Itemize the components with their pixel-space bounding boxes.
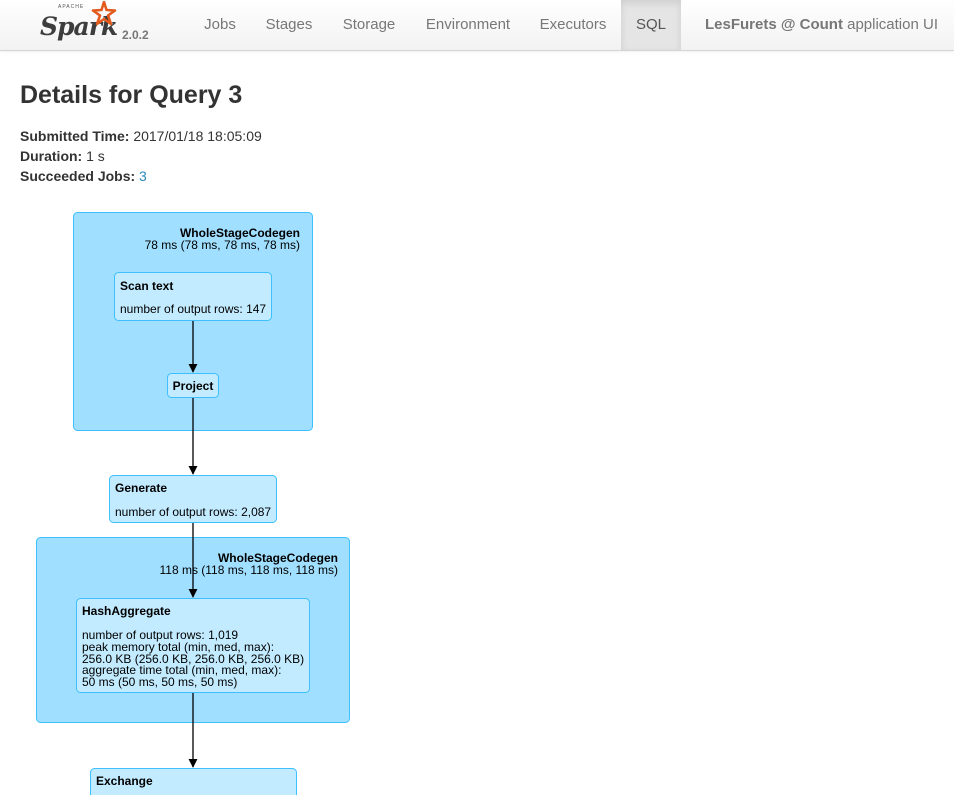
generate-metric: number of output rows: 2,087 bbox=[115, 505, 271, 519]
submitted-time-value: 2017/01/18 18:05:09 bbox=[133, 128, 261, 144]
app-name: LesFurets @ Count bbox=[705, 16, 843, 33]
generate-node[interactable]: Generate number of output rows: 2,087 bbox=[110, 476, 277, 523]
project-title: Project bbox=[173, 379, 214, 393]
scan-text-metric: number of output rows: 147 bbox=[120, 302, 266, 316]
submitted-time-label: Submitted Time: bbox=[20, 128, 129, 144]
tab-executors[interactable]: Executors bbox=[525, 0, 621, 50]
succeeded-jobs-label: Succeeded Jobs: bbox=[20, 168, 135, 184]
duration-value: 1 s bbox=[86, 148, 105, 164]
tab-environment[interactable]: Environment bbox=[411, 0, 525, 50]
exchange-title: Exchange bbox=[96, 774, 153, 788]
succeeded-job-link[interactable]: 3 bbox=[139, 168, 147, 184]
spark-star-icon bbox=[91, 1, 117, 27]
top-navbar: APACHE Spark 2.0.2 Jobs Stages Storage E… bbox=[0, 0, 954, 51]
page-title: Details for Query 3 bbox=[20, 80, 242, 110]
app-suffix: application UI bbox=[843, 16, 938, 33]
duration-row: Duration: 1 s bbox=[20, 146, 262, 166]
project-node[interactable]: Project bbox=[168, 374, 219, 398]
query-plan-dag: WholeStageCodegen 78 ms (78 ms, 78 ms, 7… bbox=[0, 195, 420, 795]
hashaggregate-node[interactable]: HashAggregate number of output rows: 1,0… bbox=[77, 599, 310, 693]
scan-text-title: Scan text bbox=[120, 279, 173, 293]
scan-text-node[interactable]: Scan text number of output rows: 147 bbox=[115, 273, 272, 321]
query-summary: Submitted Time: 2017/01/18 18:05:09 Dura… bbox=[20, 126, 262, 186]
spark-version: 2.0.2 bbox=[122, 28, 149, 42]
hashaggregate-metric-line: 50 ms (50 ms, 50 ms, 50 ms) bbox=[82, 675, 237, 689]
cluster-2-metric: 118 ms (118 ms, 118 ms, 118 ms) bbox=[159, 563, 338, 577]
spark-logo[interactable]: APACHE Spark 2.0.2 bbox=[40, 2, 155, 48]
exchange-node[interactable]: Exchange bbox=[91, 769, 297, 795]
generate-title: Generate bbox=[115, 481, 167, 495]
tab-sql[interactable]: SQL bbox=[621, 0, 681, 50]
hashaggregate-title: HashAggregate bbox=[82, 604, 171, 618]
tab-storage[interactable]: Storage bbox=[327, 0, 411, 50]
cluster-1-metric: 78 ms (78 ms, 78 ms, 78 ms) bbox=[145, 238, 300, 252]
tab-jobs[interactable]: Jobs bbox=[189, 0, 251, 50]
application-title: LesFurets @ Count application UI bbox=[705, 0, 938, 50]
duration-label: Duration: bbox=[20, 148, 82, 164]
apache-wordmark: APACHE bbox=[58, 4, 84, 10]
tab-stages[interactable]: Stages bbox=[251, 0, 327, 50]
succeeded-jobs-row: Succeeded Jobs: 3 bbox=[20, 166, 262, 186]
submitted-time-row: Submitted Time: 2017/01/18 18:05:09 bbox=[20, 126, 262, 146]
